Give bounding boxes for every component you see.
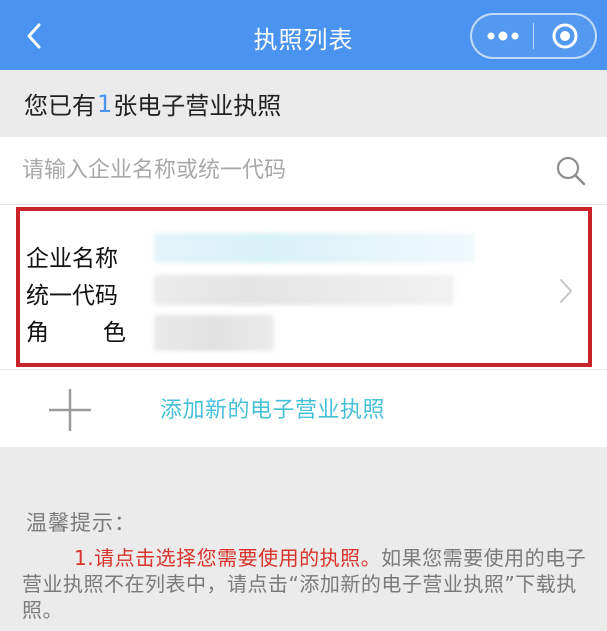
role-value-redacted	[154, 315, 274, 351]
banner-prefix: 您已有	[24, 92, 96, 120]
add-license-label: 添加新的电子营业执照	[160, 398, 386, 423]
license-list: 企业名称 统一代码 角色	[0, 205, 607, 369]
target-circle-icon	[552, 23, 577, 49]
more-dots-icon	[487, 31, 518, 41]
banner-suffix: 张电子营业执照	[113, 92, 282, 120]
license-labels: 企业名称 统一代码 角色	[26, 241, 126, 352]
company-name-value-redacted	[154, 233, 474, 263]
role-label: 角色	[26, 315, 126, 352]
search-icon[interactable]	[555, 155, 587, 187]
add-license-button[interactable]: 添加新的电子营业执照	[0, 369, 607, 447]
mini-program-capsule	[470, 13, 597, 59]
company-name-label: 企业名称	[26, 246, 118, 272]
tips-highlight: 1.请点击选择您需要使用的执照。	[74, 546, 382, 570]
role-label-part-2: 色	[103, 320, 126, 346]
chevron-right-icon	[560, 279, 572, 303]
tips-section: 温馨提示： 1.请点击选择您需要使用的执照。如果您需要使用的电子营业执照不在列表…	[0, 447, 607, 631]
role-label-part-1: 角	[26, 320, 49, 346]
unified-code-label: 统一代码	[26, 283, 118, 309]
search-bar	[0, 137, 607, 205]
license-count: 1	[97, 89, 113, 118]
nav-bar: 执照列表	[0, 0, 607, 70]
unified-code-value-redacted	[154, 275, 454, 305]
license-card[interactable]: 企业名称 统一代码 角色	[16, 207, 592, 367]
license-count-banner: 您已有 1 张电子营业执照	[0, 70, 607, 137]
close-button[interactable]	[534, 15, 595, 57]
plus-icon	[49, 389, 91, 431]
tips-title: 温馨提示：	[26, 511, 136, 535]
more-button[interactable]	[472, 15, 533, 57]
tips-body: 1.请点击选择您需要使用的执照。如果您需要使用的电子营业执照不在列表中，请点击“…	[22, 545, 594, 623]
search-input[interactable]	[22, 158, 522, 183]
